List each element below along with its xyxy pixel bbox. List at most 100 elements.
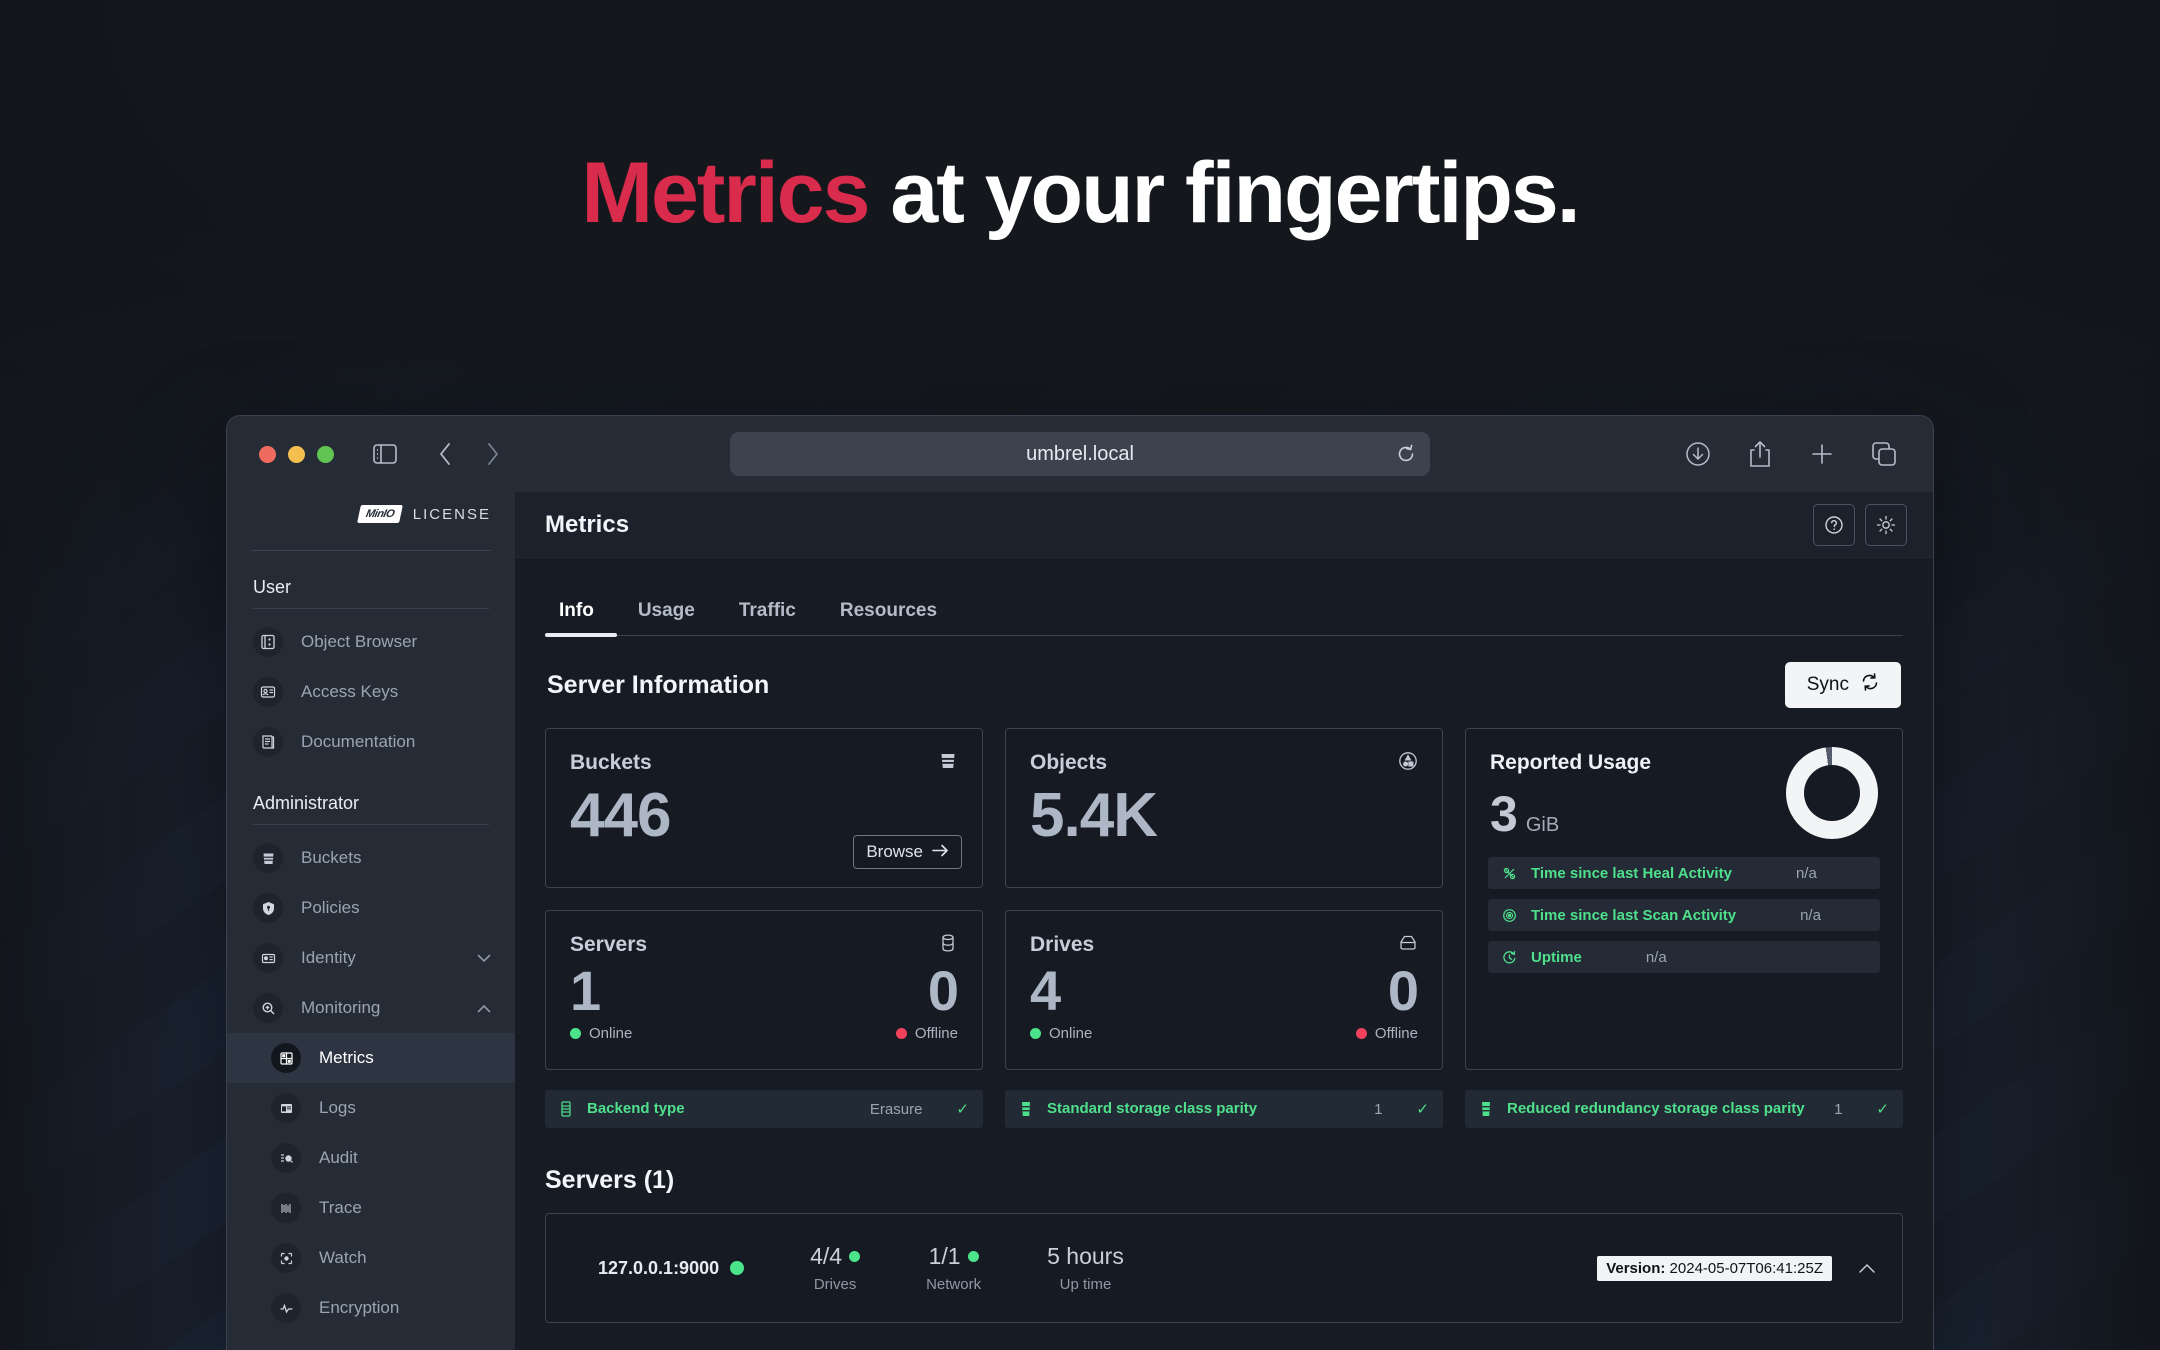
online-dot [730, 1261, 745, 1275]
minio-logo: MinIO [356, 505, 403, 523]
license-row[interactable]: MinIO LICENSE [227, 492, 515, 536]
drive-icon [1398, 933, 1418, 953]
address-bar[interactable]: umbrel.local [730, 432, 1430, 476]
card-title: Servers [570, 933, 648, 956]
license-label: LICENSE [412, 505, 491, 523]
arrow-right-icon [932, 842, 949, 862]
card-header: Drives [1006, 911, 1442, 957]
server-network-top: 1/1 [929, 1243, 979, 1270]
chevron-down-icon[interactable] [473, 947, 495, 969]
drives-online: 4 Online [1030, 963, 1224, 1042]
server-uptime-top: 5 hours [1047, 1243, 1124, 1270]
check-icon: ✓ [956, 1101, 969, 1118]
sidebar-item-metrics[interactable]: Metrics [227, 1033, 515, 1083]
server-uptime-stat: 5 hours Up time [1047, 1243, 1124, 1293]
sidebar-item-label: Watch [319, 1248, 367, 1267]
sidebar-item-policies[interactable]: Policies [227, 883, 515, 933]
drives-online-value: 4 [1030, 959, 1061, 1022]
sidebar-item-access-keys[interactable]: Access Keys [227, 667, 515, 717]
forward-arrow-icon[interactable] [476, 437, 510, 471]
server-drives-label: Drives [813, 1276, 857, 1293]
usage-unit: GiB [1525, 814, 1560, 836]
sidebar-item-label: Identity [301, 948, 356, 967]
usage-info-rows: Time since last Heal Activity n/a Time s… [1466, 839, 1902, 991]
usage-row-label: Uptime [1531, 948, 1582, 966]
sidebar-section-rule [253, 824, 489, 825]
hero-accent-word: Metrics [581, 145, 870, 241]
page-title: Metrics [545, 510, 630, 538]
server-uptime-label: Up time [1059, 1276, 1112, 1293]
tab-info[interactable]: Info [545, 600, 616, 636]
card-title: Buckets [570, 751, 652, 774]
sidebar-item-monitoring[interactable]: Monitoring [227, 983, 515, 1033]
online-dot [570, 1028, 581, 1039]
card-reported-usage: Reported Usage 3 GiB Time since last Hea… [1465, 728, 1903, 1070]
status-bars: Backend type Erasure ✓ Standard storage … [545, 1090, 1903, 1128]
sync-button[interactable]: Sync [1784, 662, 1901, 708]
share-icon[interactable] [1743, 437, 1777, 471]
tab-resources[interactable]: Resources [818, 600, 959, 636]
browse-button[interactable]: Browse [853, 835, 962, 869]
metrics-tabs: Info Usage Traffic Resources [545, 558, 1903, 636]
close-window-button[interactable] [259, 445, 276, 463]
sidebar-item-audit[interactable]: Audit [227, 1133, 515, 1183]
sun-icon[interactable] [1865, 503, 1907, 546]
sidebar-item-trace[interactable]: Trace [227, 1183, 515, 1233]
browser-titlebar: umbrel.local [227, 416, 1933, 492]
online-dot [849, 1251, 861, 1262]
reload-icon[interactable] [1396, 444, 1416, 464]
download-icon[interactable] [1681, 437, 1715, 471]
server-list-row[interactable]: 127.0.0.1:9000 4/4 Drives 1/1 Network 5 … [545, 1213, 1903, 1323]
usage-row-label: Time since last Heal Activity [1531, 864, 1732, 882]
tabs-overview-icon[interactable] [1867, 437, 1901, 471]
check-icon: ✓ [1416, 1101, 1429, 1118]
logs-icon [271, 1093, 301, 1123]
sidebar-item-label: Monitoring [301, 998, 381, 1017]
reported-usage-title: Reported Usage [1490, 751, 1652, 774]
objects-value: 5.4K [1030, 781, 1158, 850]
usage-value-group: 3 GiB [1490, 789, 1651, 839]
servers-offline: 0 Offline [764, 959, 959, 1042]
card-objects: Objects 5.4K [1005, 728, 1443, 888]
sidebar-toggle-icon[interactable] [368, 437, 402, 471]
uptime-icon [1502, 950, 1519, 965]
encryption-icon [271, 1293, 301, 1323]
chevron-up-icon[interactable] [473, 997, 495, 1019]
usage-value: 3 [1490, 786, 1518, 842]
servers-online: 1 Online [570, 963, 764, 1042]
chevron-up-icon[interactable] [1858, 1262, 1876, 1274]
sidebar-item-documentation[interactable]: Documentation [227, 717, 515, 767]
tab-usage[interactable]: Usage [616, 600, 717, 636]
servers-offline-value: 0 [927, 959, 959, 1022]
sidebar-item-buckets[interactable]: Buckets [227, 833, 515, 883]
browse-button-label: Browse [866, 842, 923, 861]
back-arrow-icon[interactable] [428, 437, 462, 471]
minio-console: MinIO LICENSE User Object Browser Access… [227, 492, 1933, 1350]
help-circle-icon[interactable] [1813, 503, 1855, 546]
content-area: Info Usage Traffic Resources Server Info… [515, 558, 1933, 1350]
browser-toolbar-right [1681, 437, 1907, 471]
sidebar-item-encryption[interactable]: Encryption [227, 1283, 515, 1333]
status-bar-value: 1 [1374, 1100, 1383, 1118]
sidebar-item-identity[interactable]: Identity [227, 933, 515, 983]
tab-traffic[interactable]: Traffic [717, 600, 818, 636]
status-bar-label: Reduced redundancy storage class parity [1507, 1099, 1805, 1117]
sync-button-label: Sync [1806, 674, 1849, 695]
sidebar-item-logs[interactable]: Logs [227, 1083, 515, 1133]
bucket-icon [938, 751, 958, 771]
maximize-window-button[interactable] [317, 445, 334, 463]
hero-rest-text: at your fingertips. [868, 145, 1580, 241]
page-header: Metrics [515, 492, 1933, 558]
server-drives-value: 4/4 [810, 1243, 843, 1269]
sidebar-item-watch[interactable]: Watch [227, 1233, 515, 1283]
servers-list-title: Servers (1) [545, 1166, 675, 1194]
offline-dot [1355, 1028, 1367, 1039]
policy-icon [253, 893, 283, 923]
minimize-window-button[interactable] [288, 445, 305, 463]
card-header: Objects [1006, 729, 1442, 775]
server-uptime-value: 5 hours [1047, 1243, 1124, 1269]
card-drives: Drives 4 Online 0 Offline [1005, 910, 1443, 1070]
status-bar-reduced-redundancy-parity: Reduced redundancy storage class parity … [1465, 1090, 1903, 1128]
plus-icon[interactable] [1805, 437, 1839, 471]
sidebar-item-object-browser[interactable]: Object Browser [227, 617, 515, 667]
